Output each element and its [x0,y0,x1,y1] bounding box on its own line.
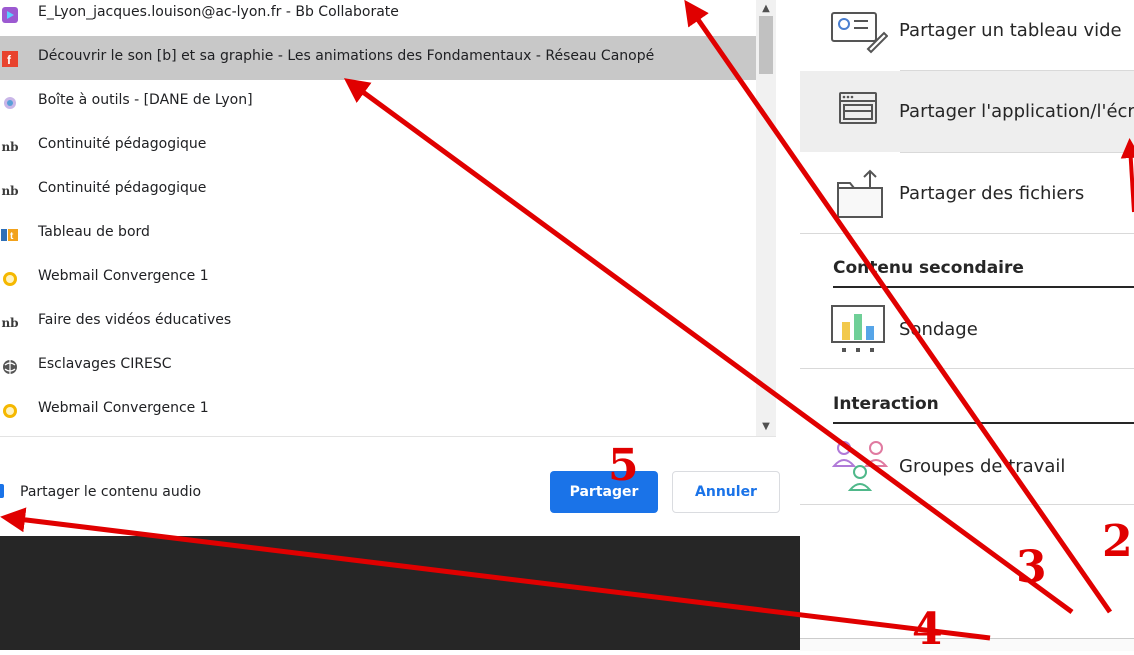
section-heading-secondary: Contenu secondaire [833,258,1024,278]
tab-list: E_Lyon_jacques.louison@ac-lyon.fr - Bb C… [0,0,776,437]
nb-icon: nb [1,316,19,330]
tab-title: E_Lyon_jacques.louison@ac-lyon.fr - Bb C… [38,4,399,20]
tab-row[interactable]: Boîte à outils - [DANE de Lyon] [0,80,756,124]
breakout-groups-icon [830,436,890,500]
tab-row[interactable]: t Tableau de bord [0,212,756,256]
divider [800,504,1134,505]
share-files-label: Partager des fichiers [899,183,1085,204]
annotation-number-2: 2 [1102,516,1133,567]
audio-label: Partager le contenu audio [20,484,202,500]
cancel-button[interactable]: Annuler [672,471,780,513]
scroll-down-icon[interactable]: ▼ [756,418,776,434]
tab-title: Esclavages CIRESC [38,356,172,372]
annotation-number-4: 4 [912,604,943,655]
tab-title: Webmail Convergence 1 [38,400,209,416]
tab-row-selected[interactable]: f Découvrir le son [b] et sa graphie - L… [0,36,756,80]
tab-row[interactable]: Esclavages CIRESC [0,344,756,388]
share-application-item[interactable]: Partager l'application/l'écr [800,71,1134,152]
poll-item[interactable]: Sondage [800,290,1134,368]
webmail-icon [0,269,20,289]
scroll-up-icon[interactable]: ▲ [756,0,776,16]
screen-share-icon [830,91,882,135]
share-files-item[interactable]: Partager des fichiers [800,153,1134,233]
collaborate-share-panel: Partager un tableau vide Partager l'appl… [800,0,1134,651]
annotation-number-5: 5 [608,440,639,491]
share-application-label: Partager l'application/l'écr [899,101,1134,122]
poll-chart-icon [830,302,890,360]
tab-row[interactable]: nb Continuité pédagogique [0,124,756,168]
breakout-groups-item[interactable]: Groupes de travail [800,426,1134,504]
tab-title: Continuité pédagogique [38,136,207,152]
share-blank-whiteboard-item[interactable]: Partager un tableau vide [800,0,1134,68]
annotation-number-3: 3 [1016,542,1047,593]
divider [800,368,1134,369]
share-button[interactable]: Partager [550,471,658,513]
screen-backdrop [0,536,800,650]
globe-icon [0,357,20,377]
breakout-groups-label: Groupes de travail [899,456,1066,477]
divider [800,233,1134,234]
tab-row[interactable]: Webmail Convergence 1 [0,388,756,432]
tab-title: Continuité pédagogique [38,180,207,196]
section-rule [833,422,1134,424]
tab-title: Boîte à outils - [DANE de Lyon] [38,92,253,108]
share-blank-whiteboard-label: Partager un tableau vide [899,20,1122,41]
whiteboard-icon [830,9,889,59]
panel-footer-bar [800,638,1134,651]
nb-icon: nb [1,184,19,198]
facebook-icon: f [0,49,20,69]
section-rule [833,286,1134,288]
webmail-icon [0,401,20,421]
collaborate-icon [0,5,20,25]
tab-row[interactable]: nb Faire des vidéos éducatives [0,300,756,344]
tab-title: Faire des vidéos éducatives [38,312,232,328]
tab-row[interactable]: nb Continuité pédagogique [0,168,756,212]
tab-row[interactable]: Webmail Convergence 1 [0,256,756,300]
share-tab-dialog: E_Lyon_jacques.louison@ac-lyon.fr - Bb C… [0,0,800,536]
tab-list-scrollbar[interactable]: ▲ ▼ [756,0,776,436]
section-heading-interaction: Interaction [833,394,939,414]
tab-title: Tableau de bord [38,224,150,240]
tableau-icon: t [0,225,20,245]
folder-upload-icon [830,167,886,225]
nb-icon: nb [1,140,19,154]
audio-checkbox[interactable] [0,484,4,498]
tab-title: Découvrir le son [b] et sa graphie - Les… [38,48,655,64]
tab-row[interactable]: E_Lyon_jacques.louison@ac-lyon.fr - Bb C… [0,0,756,36]
tab-title: Webmail Convergence 1 [38,268,209,284]
poll-label: Sondage [899,319,978,340]
dane-icon [0,93,20,113]
scroll-thumb[interactable] [759,16,773,74]
